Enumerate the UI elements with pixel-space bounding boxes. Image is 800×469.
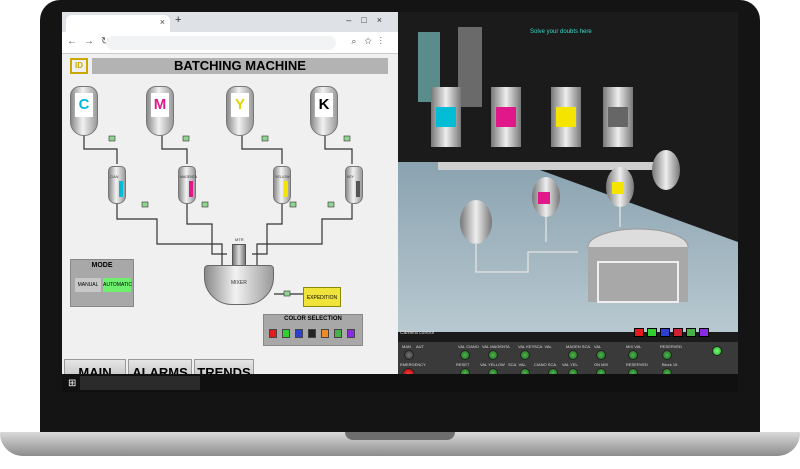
dosing-tank-cyan[interactable]: CIAN [108,166,126,204]
tank-yellow[interactable]: Y [226,86,254,136]
tank-magenta[interactable]: M [146,86,174,136]
viewer-swatch-blue[interactable] [660,328,670,337]
3d-viewer[interactable]: Solve your doubts here Camera control MA… [398,12,738,392]
color-swatch-orange[interactable] [321,329,329,338]
hmi-panel: ID BATCHING MACHINE C M Y K CIAN MAGENTA… [62,54,398,384]
valve-key-button[interactable] [520,350,530,360]
browser-action-icons[interactable]: ⌕☆⋮ [351,36,390,47]
color-swatch-purple[interactable] [347,329,355,338]
taskbar: ⊞ [62,374,738,392]
solve-doubts-link[interactable]: Solve your doubts here [530,29,592,35]
valve-button[interactable] [596,350,606,360]
motor-label: MTR [235,237,244,242]
page-title: BATCHING MACHINE [92,58,388,74]
address-bar-row: ←→↻ ⌕☆⋮ [62,32,398,54]
mode-switch[interactable] [404,350,414,360]
camera-control-label: Camera control [400,330,435,336]
automatic-button[interactable]: AUTOMATIC [103,278,132,292]
factory-3d-scene [398,12,738,342]
level-fill [284,181,288,197]
close-tab-icon[interactable]: × [160,17,165,27]
screen: × + –□× ←→↻ ⌕☆⋮ ID BATCHING MACHINE C M … [62,12,738,392]
reserved-button[interactable] [662,350,672,360]
viewer-swatch-purple[interactable] [699,328,709,337]
color-swatch-red[interactable] [269,329,277,338]
browser-window: × + –□× ←→↻ ⌕☆⋮ ID BATCHING MACHINE C M … [62,12,398,384]
viewer-swatch-red[interactable] [634,328,644,337]
viewer-swatch-green[interactable] [647,328,657,337]
mode-title: MODE [91,262,113,269]
color-swatch-blue[interactable] [295,329,303,338]
dosing-tank-key[interactable]: KEY [345,166,363,204]
valve-magenta-button[interactable] [488,350,498,360]
windows-start-icon[interactable]: ⊞ [68,378,76,389]
color-swatch-dark-green[interactable] [334,329,342,338]
dosing-tank-yellow[interactable]: YELLOW [273,166,291,204]
mixer-3d [587,228,689,303]
level-fill [356,181,360,197]
mixer-motor [232,244,246,266]
level-fill [119,181,123,197]
color-swatch-black[interactable] [308,329,316,338]
viewer-swatch-dark-green[interactable] [686,328,696,337]
window-controls[interactable]: –□× [346,15,392,25]
tank-key[interactable]: K [310,86,338,136]
status-light [712,346,722,356]
level-fill [189,181,193,197]
dosing-tank-magenta[interactable]: MAGENTA [178,166,197,204]
laptop-notch [345,432,455,440]
viewer-swatch-crimson[interactable] [673,328,683,337]
tank-cyan[interactable]: C [70,86,98,136]
new-tab-button[interactable]: + [175,14,181,26]
manual-button[interactable]: MANUAL [75,278,101,292]
color-swatch-green[interactable] [282,329,290,338]
taskbar-search[interactable] [80,376,200,390]
expedition-button[interactable]: EXPEDITION [303,287,341,307]
color-selection-title: COLOR SELECTION [284,316,342,322]
mix-valve-button[interactable] [628,350,638,360]
browser-tab[interactable]: × [66,15,170,32]
address-input[interactable] [106,36,336,50]
magenta-scale-button[interactable] [568,350,578,360]
color-selection-panel: COLOR SELECTION [263,314,363,346]
mode-panel: MODE MANUAL AUTOMATIC [70,259,134,307]
valve-ciano-button[interactable] [460,350,470,360]
tab-bar: × + –□× [62,12,398,32]
company-logo: ID [70,58,88,74]
